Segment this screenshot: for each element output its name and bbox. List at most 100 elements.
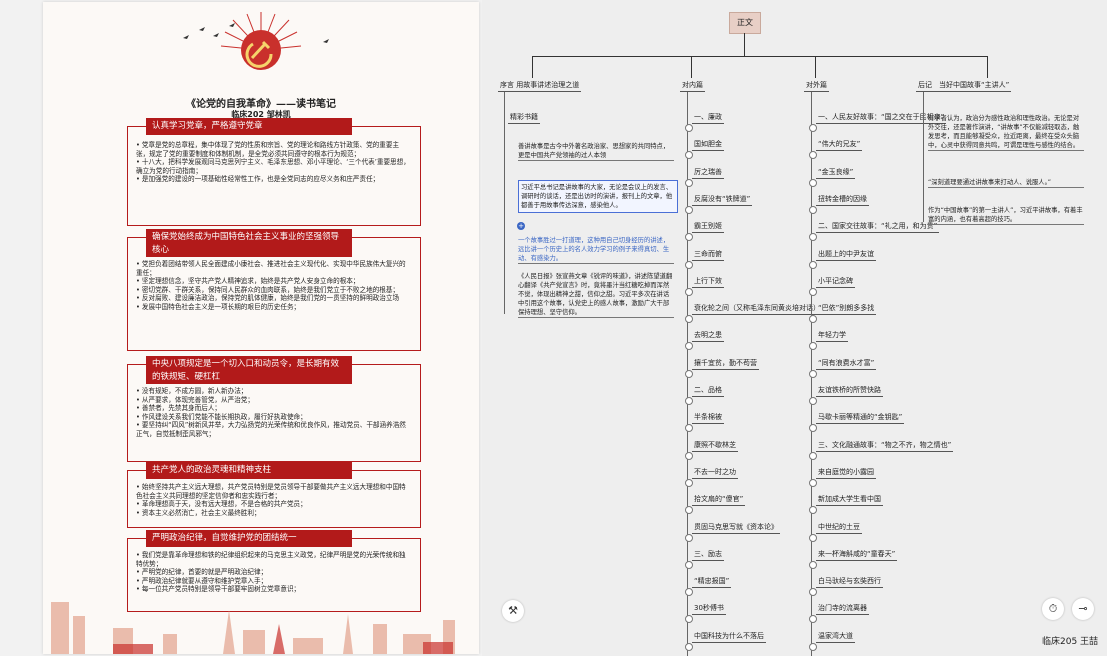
collapse-toggle-icon[interactable] — [685, 205, 693, 214]
mindmap-node[interactable]: 攘千宜贫，勤不苟营 — [692, 358, 759, 370]
mindmap-node[interactable]: 年轻力学 — [816, 330, 848, 343]
mindmap-node[interactable]: 国如胆金 — [692, 139, 724, 152]
collapse-toggle-icon[interactable] — [809, 560, 817, 569]
mindmap-node[interactable]: 精彩书籍 — [508, 112, 540, 124]
mindmap-node[interactable]: 半条棉被 — [692, 412, 724, 425]
mindmap-node[interactable]: 出题上的中尹友谊 — [816, 249, 876, 261]
mindmap-node[interactable]: “巴依”别朗多多找 — [816, 303, 877, 316]
mindmap-node[interactable]: 一个故事胜过一打道理，这种用自己切身经历的讲述，远比讲一个历史上的名人效力学习的… — [518, 236, 674, 264]
collapse-toggle-icon[interactable] — [809, 478, 817, 487]
collapse-toggle-icon[interactable] — [685, 506, 693, 515]
mindmap-node[interactable]: 三命而俯 — [692, 249, 724, 261]
mindmap-node[interactable]: 反腐没有“铁牌道” — [692, 194, 753, 206]
collapse-toggle-icon[interactable] — [809, 178, 817, 187]
collapse-toggle-icon[interactable] — [809, 588, 817, 597]
list-item: 善禁者，先禁其身而后人； — [136, 404, 412, 413]
collapse-toggle-icon[interactable] — [685, 178, 693, 187]
mindmap-node[interactable]: 中世纪的土豆 — [816, 522, 862, 534]
mindmap-node[interactable]: 二、国家交往故事：“礼之用，和为贵” — [816, 221, 940, 234]
collapse-toggle-icon[interactable] — [809, 424, 817, 433]
mindmap-node[interactable]: 《人民日报》张宣燕文章《锐评的味道》，讲述陈望道翻心翻译《共产党宣言》时，竟将墨… — [518, 272, 674, 318]
collapse-toggle-icon[interactable] — [685, 151, 693, 160]
collapse-toggle-icon[interactable] — [809, 397, 817, 405]
collapse-toggle-icon[interactable] — [685, 642, 693, 651]
mindmap-node[interactable]: 温家湾大道 — [816, 631, 855, 643]
collapse-toggle-icon[interactable] — [809, 533, 817, 542]
mindmap-node[interactable]: 来自庭觉的小露园 — [816, 467, 876, 479]
mindmap-node[interactable]: 扭转金槽的因缘 — [816, 194, 869, 206]
mindmap-node[interactable]: 有学者认为，政治分为感性政治和理性政治。无论是对外交往，还是著作演讲，“讲故事”… — [928, 114, 1084, 151]
mindmap-canvas[interactable]: 正文 序言 用故事讲述治理之道 精彩书籍 善讲故事是古今中外著名政治家、思想家的… — [482, 0, 1107, 656]
collapse-toggle-icon[interactable] — [685, 533, 693, 542]
mindmap-node[interactable]: “伟大的兄友” — [816, 139, 863, 152]
list-item: 资本主义必然消亡，社会主义最终胜利； — [136, 509, 412, 518]
collapse-toggle-icon[interactable] — [809, 315, 817, 324]
mindmap-node[interactable]: 康照不歇林芝 — [692, 440, 738, 452]
collapse-toggle-icon[interactable] — [809, 615, 817, 624]
mindmap-node[interactable]: 三、励志 — [692, 549, 724, 561]
collapse-toggle-icon[interactable] — [685, 451, 693, 460]
mindmap-node[interactable]: 马歇卡丽等精通的“金钥匙” — [816, 412, 905, 425]
collapse-toggle-icon[interactable] — [685, 124, 693, 132]
mindmap-node[interactable]: “同有浪费水才富” — [816, 358, 877, 370]
mindmap-node[interactable]: 30秒傅书 — [692, 603, 726, 616]
collapse-toggle-icon[interactable] — [685, 615, 693, 624]
collapse-toggle-icon[interactable] — [809, 342, 817, 351]
branch-afterword[interactable]: 后记 当好中国故事“主讲人” — [916, 80, 1012, 92]
mindmap-node[interactable]: 小平记念碑 — [816, 276, 855, 288]
collapse-toggle-icon[interactable] — [685, 424, 693, 433]
mindmap-node[interactable]: 新加成大学生看中国 — [816, 494, 883, 507]
mindmap-node[interactable]: 善讲故事是古今中外著名政治家、思想家的共同特点，更是中国共产党领袖的过人本领 — [518, 142, 674, 161]
collapse-toggle-icon[interactable] — [809, 233, 817, 242]
mindmap-node[interactable]: 上行下效 — [692, 276, 724, 288]
collapse-toggle-icon[interactable] — [809, 287, 817, 296]
mindmap-node[interactable]: 白马驮经与玄奘西行 — [816, 576, 883, 589]
collapse-toggle-icon[interactable] — [685, 478, 693, 487]
mindmap-node[interactable]: 去明之患 — [692, 330, 724, 343]
mindmap-node[interactable]: 霸王别姬 — [692, 221, 724, 234]
key-icon[interactable]: ⊸ — [1072, 598, 1094, 620]
collapse-toggle-icon[interactable] — [685, 588, 693, 597]
collapse-toggle-icon[interactable] — [685, 287, 693, 296]
mindmap-node[interactable]: 拾文扇的“傻官” — [692, 494, 746, 507]
mindmap-node[interactable]: “金玉良缘” — [816, 167, 856, 179]
mindmap-node[interactable]: 一、廉政 — [692, 112, 724, 124]
collapse-toggle-icon[interactable] — [809, 151, 817, 160]
collapse-toggle-icon[interactable] — [809, 369, 817, 378]
mindmap-node[interactable]: 一、人民友好故事：“国之交在于民相亲” — [816, 112, 947, 124]
collapse-toggle-icon[interactable] — [685, 260, 693, 269]
collapse-toggle-icon[interactable] — [685, 315, 693, 324]
collapse-toggle-icon[interactable] — [685, 233, 693, 242]
mindmap-node[interactable]: 不去一时之功 — [692, 467, 738, 479]
add-node-icon[interactable]: + — [517, 222, 525, 230]
mindmap-node[interactable]: 来一杯海斛咸的“童春天” — [816, 549, 898, 561]
collapse-toggle-icon[interactable] — [809, 205, 817, 214]
mindmap-node[interactable]: 二、品格 — [692, 385, 724, 397]
mindmap-node[interactable]: 友谊铁桥的所赞快路 — [816, 385, 883, 397]
mindmap-node[interactable]: “精忠报国” — [692, 576, 732, 589]
branch-external[interactable]: 对外篇 — [804, 80, 829, 92]
mindmap-node[interactable]: 厉之瑞善 — [692, 167, 724, 179]
collapse-toggle-icon[interactable] — [685, 369, 693, 378]
collapse-toggle-icon[interactable] — [685, 560, 693, 569]
collapse-toggle-icon[interactable] — [809, 260, 817, 269]
branch-preface[interactable]: 序言 用故事讲述治理之道 — [498, 80, 582, 92]
mindmap-node[interactable]: 衰化轮之间（又称毛泽东同黄炎培对话） — [692, 303, 822, 316]
tool-icon[interactable]: ⚒ — [502, 600, 524, 622]
mindmap-node[interactable]: 贯固马克思写就《资本论》 — [692, 522, 780, 534]
root-node[interactable]: 正文 — [729, 12, 761, 34]
mindmap-node[interactable]: “深刻道理要通过讲故事来打动人、说服人。” — [928, 178, 1084, 188]
mindmap-node[interactable]: 三、文化融通故事：“物之不齐，物之情也” — [816, 440, 954, 452]
branch-internal[interactable]: 对内篇 — [680, 80, 705, 92]
mindmap-node[interactable]: 作为“中国故事”的第一主讲人”，习近平讲故事，有着丰富的内涵，也有着高超的技巧。 — [928, 206, 1084, 225]
collapse-toggle-icon[interactable] — [809, 451, 817, 460]
mindmap-node[interactable]: 治门寺的流离器 — [816, 603, 869, 616]
collapse-toggle-icon[interactable] — [809, 506, 817, 515]
timer-icon[interactable]: ⏱ — [1042, 598, 1064, 620]
mindmap-node[interactable]: 中国科技为什么不落后 — [692, 631, 766, 643]
collapse-toggle-icon[interactable] — [685, 342, 693, 351]
collapse-toggle-icon[interactable] — [809, 642, 817, 651]
collapse-toggle-icon[interactable] — [809, 124, 817, 132]
collapse-toggle-icon[interactable] — [685, 397, 693, 405]
mindmap-node-selected[interactable]: 习近平总书记是讲故事的大家，无论是会议上的发言、调研时的谈话，还是出访时的演讲，… — [518, 180, 678, 213]
